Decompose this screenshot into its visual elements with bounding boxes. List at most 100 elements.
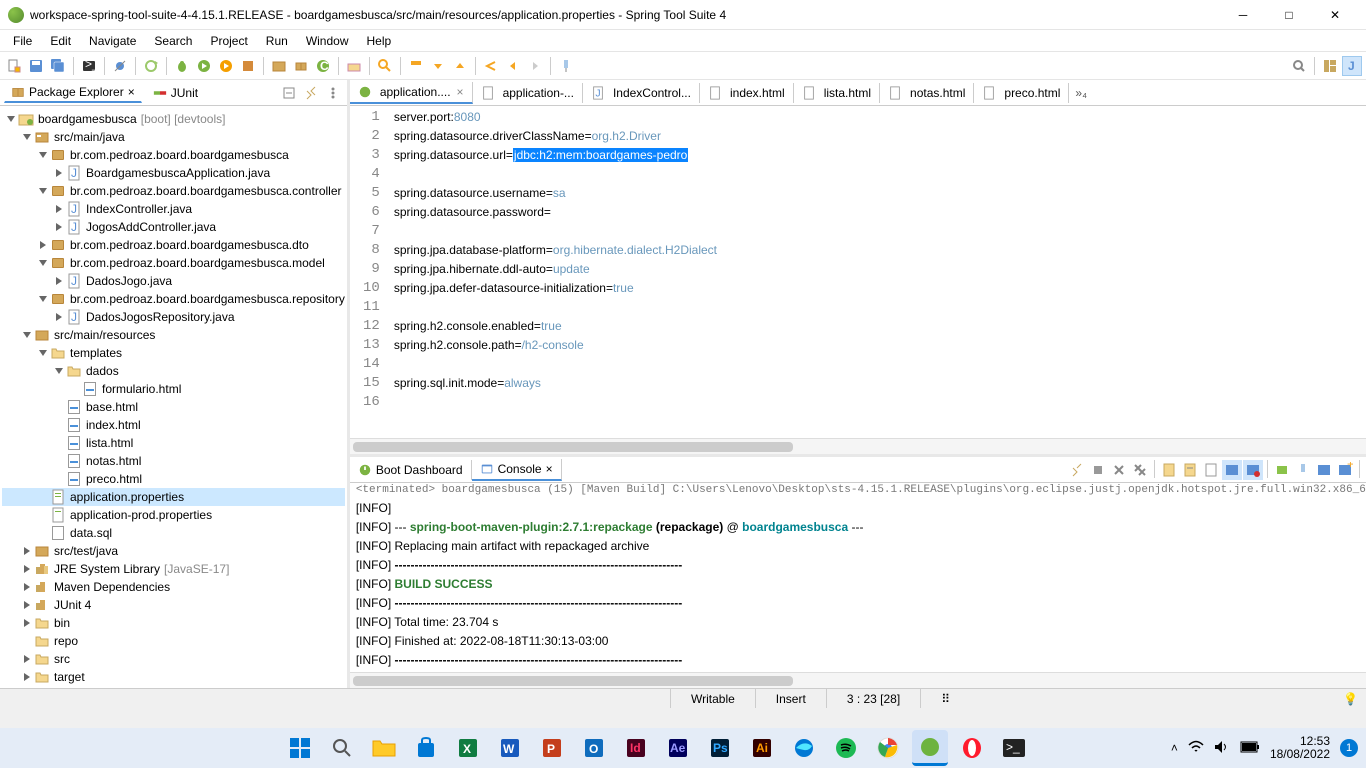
- horizontal-scrollbar[interactable]: [350, 438, 1366, 454]
- tree-java-file[interactable]: JJogosAddController.java: [2, 218, 345, 236]
- menu-file[interactable]: File: [4, 32, 41, 50]
- editor-tab[interactable]: notas.html: [880, 83, 974, 103]
- run-button[interactable]: [194, 56, 214, 76]
- word-wrap-button[interactable]: [1201, 460, 1221, 480]
- tree-file[interactable]: notas.html: [2, 452, 345, 470]
- code-area[interactable]: server.port:8080 spring.datasource.drive…: [390, 106, 1366, 438]
- tree-file[interactable]: lista.html: [2, 434, 345, 452]
- package-explorer-tab[interactable]: Package Explorer ×: [4, 82, 142, 103]
- save-all-button[interactable]: [48, 56, 68, 76]
- tree-project[interactable]: boardgamesbusca[boot] [devtools]: [2, 110, 345, 128]
- new-package-button[interactable]: [291, 56, 311, 76]
- battery-icon[interactable]: [1240, 741, 1260, 756]
- menu-run[interactable]: Run: [257, 32, 297, 50]
- notifications-icon[interactable]: 1: [1340, 739, 1358, 757]
- coverage-button[interactable]: [216, 56, 236, 76]
- tree-java-file[interactable]: JIndexController.java: [2, 200, 345, 218]
- start-button[interactable]: [282, 730, 318, 766]
- tree-junit4[interactable]: JUnit 4: [2, 596, 345, 614]
- photoshop-icon[interactable]: Ps: [702, 730, 738, 766]
- tree-file[interactable]: formulario.html: [2, 380, 345, 398]
- editor-tab-active[interactable]: application....×: [350, 82, 473, 104]
- chrome-icon[interactable]: [870, 730, 906, 766]
- display-console-button[interactable]: [1272, 460, 1292, 480]
- indesign-icon[interactable]: Id: [618, 730, 654, 766]
- tray-chevron-icon[interactable]: ˄: [1171, 741, 1178, 755]
- menu-help[interactable]: Help: [358, 32, 401, 50]
- outlook-icon[interactable]: O: [576, 730, 612, 766]
- tree-package[interactable]: br.com.pedroaz.board.boardgamesbusca.con…: [2, 182, 345, 200]
- new-class-button[interactable]: C: [313, 56, 333, 76]
- junit-tab[interactable]: JUnit: [146, 83, 205, 103]
- powerpoint-icon[interactable]: P: [534, 730, 570, 766]
- excel-icon[interactable]: X: [450, 730, 486, 766]
- opera-icon[interactable]: [954, 730, 990, 766]
- run-last-button[interactable]: [238, 56, 258, 76]
- editor-tab[interactable]: application-...: [473, 83, 583, 103]
- minimize-button[interactable]: ─: [1220, 0, 1266, 30]
- menu-window[interactable]: Window: [297, 32, 358, 50]
- open-type-button[interactable]: [344, 56, 364, 76]
- menu-edit[interactable]: Edit: [41, 32, 80, 50]
- open-perspective-button[interactable]: [1320, 56, 1340, 76]
- new-console-button[interactable]: +: [1335, 460, 1355, 480]
- next-annotation-button[interactable]: [428, 56, 448, 76]
- remove-all-button[interactable]: [1130, 460, 1150, 480]
- new-button[interactable]: [4, 56, 24, 76]
- sts-icon[interactable]: [912, 730, 948, 766]
- store-icon[interactable]: [408, 730, 444, 766]
- wifi-icon[interactable]: [1188, 740, 1204, 757]
- last-edit-button[interactable]: [481, 56, 501, 76]
- quick-access-button[interactable]: [1289, 56, 1309, 76]
- terminate-button[interactable]: [1088, 460, 1108, 480]
- back-button[interactable]: [503, 56, 523, 76]
- editor-tab[interactable]: JIndexControl...: [583, 83, 700, 103]
- toggle-mark-button[interactable]: [406, 56, 426, 76]
- remove-launch-button[interactable]: [1109, 460, 1129, 480]
- tree-file[interactable]: Dockerfile: [2, 686, 345, 688]
- tree-java-file[interactable]: JDadosJogosRepository.java: [2, 308, 345, 326]
- java-perspective-button[interactable]: J: [1342, 56, 1362, 76]
- tabs-overflow[interactable]: »₄: [1069, 86, 1093, 100]
- close-icon[interactable]: ×: [128, 85, 135, 99]
- tree-package[interactable]: br.com.pedroaz.board.boardgamesbusca.rep…: [2, 290, 345, 308]
- close-button[interactable]: ✕: [1312, 0, 1358, 30]
- maximize-button[interactable]: □: [1266, 0, 1312, 30]
- editor-tab[interactable]: index.html: [700, 83, 794, 103]
- tray-clock[interactable]: 12:5318/08/2022: [1270, 735, 1330, 761]
- relaunch-button[interactable]: [141, 56, 161, 76]
- tree-package[interactable]: br.com.pedroaz.board.boardgamesbusca: [2, 146, 345, 164]
- pin-editor-button[interactable]: [556, 56, 576, 76]
- console-action[interactable]: [1067, 460, 1087, 480]
- show-on-output-button[interactable]: [1222, 460, 1242, 480]
- spotify-icon[interactable]: [828, 730, 864, 766]
- tip-icon[interactable]: 💡: [1343, 692, 1358, 706]
- open-console-button[interactable]: [1314, 460, 1334, 480]
- tree-src-main-resources[interactable]: src/main/resources: [2, 326, 345, 344]
- skip-breakpoints-button[interactable]: [110, 56, 130, 76]
- aftereffects-icon[interactable]: Ae: [660, 730, 696, 766]
- project-tree[interactable]: boardgamesbusca[boot] [devtools] src/mai…: [0, 106, 347, 688]
- terminal-icon[interactable]: >_: [996, 730, 1032, 766]
- illustrator-icon[interactable]: Ai: [744, 730, 780, 766]
- tree-file[interactable]: index.html: [2, 416, 345, 434]
- show-on-error-button[interactable]: [1243, 460, 1263, 480]
- close-icon[interactable]: ×: [546, 462, 553, 476]
- terminal-button[interactable]: >_: [79, 56, 99, 76]
- debug-button[interactable]: [172, 56, 192, 76]
- new-java-project-button[interactable]: [269, 56, 289, 76]
- clear-console-button[interactable]: [1159, 460, 1179, 480]
- search-button[interactable]: [324, 730, 360, 766]
- menu-search[interactable]: Search: [145, 32, 201, 50]
- tree-file[interactable]: preco.html: [2, 470, 345, 488]
- forward-button[interactable]: [525, 56, 545, 76]
- close-icon[interactable]: ×: [457, 85, 464, 99]
- editor-tab[interactable]: preco.html: [974, 83, 1069, 103]
- pin-console-button[interactable]: [1293, 460, 1313, 480]
- explorer-icon[interactable]: [366, 730, 402, 766]
- tree-file[interactable]: application-prod.properties: [2, 506, 345, 524]
- view-menu-button[interactable]: [323, 83, 343, 103]
- prev-annotation-button[interactable]: [450, 56, 470, 76]
- volume-icon[interactable]: [1214, 740, 1230, 757]
- tree-folder[interactable]: target: [2, 668, 345, 686]
